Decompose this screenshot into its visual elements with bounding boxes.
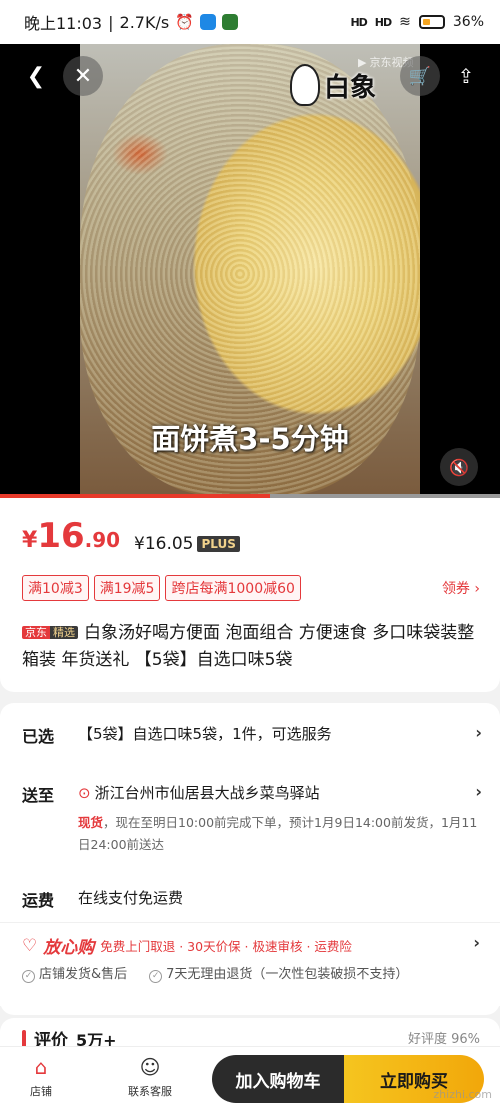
assurance-item: ✓ 7天无理由退货（一次性包装破损不支持） bbox=[149, 963, 408, 983]
check-icon: ✓ bbox=[149, 970, 163, 983]
product-video[interactable]: 白象 ▶ 京东视频 ❮ ✕ 🛒 ⇪ 面饼煮3-5分钟 🔇 bbox=[0, 44, 500, 496]
check-icon: ✓ bbox=[22, 970, 35, 983]
purchase-info-section: 已选 【5袋】自选口味5袋，1件，可选服务 › 送至 ⊙ 浙江台州市仙居县大战乡菜… bbox=[0, 703, 500, 1015]
play-icon: ▶ bbox=[358, 55, 367, 69]
battery-icon bbox=[418, 15, 445, 29]
close-button[interactable]: ✕ bbox=[63, 56, 103, 96]
share-button[interactable]: ⇪ bbox=[446, 56, 486, 96]
bottom-action-bar: ⌂ 店铺 ☺ 联系客服 加入购物车 立即购买 zhizhi.com bbox=[0, 1046, 500, 1111]
jd-selected-badge: 京东 精选 bbox=[22, 625, 78, 640]
video-caption: 面饼煮3-5分钟 bbox=[151, 422, 349, 456]
price: ¥ 16 .90 bbox=[22, 516, 121, 556]
assurance-item: ✓ 店铺发货&售后 bbox=[22, 963, 127, 983]
chevron-right-icon: › bbox=[475, 782, 482, 801]
chevron-right-icon: › bbox=[473, 933, 480, 952]
app-notification-icon bbox=[199, 14, 216, 30]
store-button[interactable]: ⌂ 店铺 bbox=[28, 1055, 54, 1099]
customer-service-button[interactable]: ☺ 联系客服 bbox=[128, 1055, 172, 1099]
coupon-tag[interactable]: 跨店每满1000减60 bbox=[165, 575, 301, 601]
store-icon: ⌂ bbox=[34, 1055, 48, 1079]
coupon-list: 满10减3 满19减5 跨店每满1000减60 bbox=[22, 575, 301, 601]
good-rate: 好评度 96% bbox=[407, 1032, 480, 1047]
section-accent-bar bbox=[22, 1029, 26, 1048]
wifi-icon: ≋ bbox=[399, 14, 411, 30]
chef-mascot-icon bbox=[290, 64, 320, 106]
heart-icon: ♡ bbox=[22, 935, 38, 956]
assurance-logo: 放心购 bbox=[43, 938, 95, 958]
battery-level: 36% bbox=[452, 14, 484, 30]
price-section: ¥ 16 .90 ¥16.05 PLUS 满10减3 满19减5 跨店每满100… bbox=[0, 498, 500, 692]
selected-options-row[interactable]: 已选 【5袋】自选口味5袋，1件，可选服务 › bbox=[22, 723, 482, 747]
product-title: 京东 精选 白象汤好喝方便面 泡面组合 方便速食 多口味袋装整箱装 年货送礼 【5袋… bbox=[22, 623, 475, 670]
mute-icon[interactable]: 🔇 bbox=[440, 448, 478, 486]
chevron-right-icon: › bbox=[475, 723, 482, 742]
cart-button[interactable]: 🛒 bbox=[400, 56, 440, 96]
site-watermark: zhizhi.com bbox=[433, 1088, 492, 1101]
signal-icon-2: HD bbox=[374, 15, 392, 29]
plus-price: ¥16.05 PLUS bbox=[134, 534, 240, 554]
assurance-banner[interactable]: ♡ 放心购 免费上门取退 · 30天价保 · 极速审核 · 运费险 › ✓ 店铺发… bbox=[0, 922, 500, 1006]
plus-badge: PLUS bbox=[197, 536, 240, 552]
coupon-tag[interactable]: 满10减3 bbox=[22, 575, 89, 601]
status-bar: 晚上11:03 | 2.7K/s ⏰ HD HD ≋ 36% bbox=[0, 0, 500, 44]
signal-icon: HD bbox=[350, 15, 367, 29]
shipping-address-row[interactable]: 送至 ⊙ 浙江台州市仙居县大战乡菜鸟驿站 › bbox=[22, 782, 482, 806]
brand-logo: 白象 bbox=[290, 64, 376, 106]
add-to-cart-button[interactable]: 加入购物车 bbox=[212, 1055, 344, 1103]
back-button[interactable]: ❮ bbox=[16, 56, 56, 96]
network-speed: 2.7K/s bbox=[119, 12, 170, 32]
alarm-icon: ⏰ bbox=[175, 13, 194, 31]
delivery-estimate: 现货，现在至明日10:00前完成下单，预计1月9日14:00前发货，1月11日2… bbox=[78, 815, 478, 852]
freight-row: 运费 在线支付免运费 bbox=[22, 889, 184, 910]
chat-icon: ☺ bbox=[139, 1055, 161, 1079]
get-coupon-link[interactable]: 领券 › bbox=[442, 578, 480, 598]
app-notification-icon-2 bbox=[221, 14, 238, 30]
assurance-description: 免费上门取退 · 30天价保 · 极速审核 · 运费险 bbox=[100, 939, 352, 954]
location-pin-icon: ⊙ bbox=[78, 784, 91, 802]
coupon-tag[interactable]: 满19减5 bbox=[93, 575, 161, 601]
clock: 晚上11:03 bbox=[24, 14, 103, 33]
